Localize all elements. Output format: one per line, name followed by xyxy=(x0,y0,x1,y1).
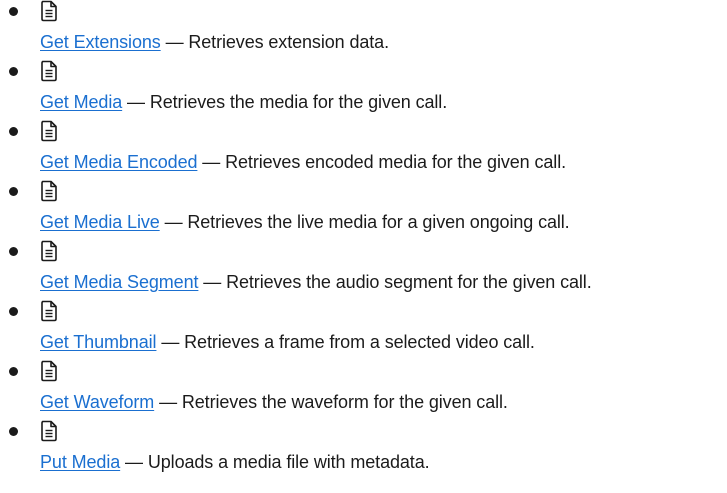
get-waveform-link[interactable]: Get Waveform xyxy=(40,392,154,412)
item-description: Retrieves the live media for a given ong… xyxy=(187,212,570,232)
list-item: Get Thumbnail — Retrieves a frame from a… xyxy=(0,300,727,360)
separator: — xyxy=(156,332,185,352)
item-text-line: Put Media — Uploads a media file with me… xyxy=(40,450,430,474)
get-media-encoded-link[interactable]: Get Media Encoded xyxy=(40,152,198,172)
document-icon xyxy=(41,0,57,22)
get-thumbnail-link[interactable]: Get Thumbnail xyxy=(40,332,157,352)
item-text-line: Get Media Segment — Retrieves the audio … xyxy=(40,270,592,294)
item-description: Uploads a media file with metadata. xyxy=(147,452,430,472)
bullet-icon xyxy=(9,7,18,16)
bullet-icon xyxy=(9,307,18,316)
list-item: Get Media Encoded — Retrieves encoded me… xyxy=(0,120,727,180)
bullet-icon xyxy=(9,247,18,256)
list-item: Get Media Segment — Retrieves the audio … xyxy=(0,240,727,300)
item-text-line: Get Extensions — Retrieves extension dat… xyxy=(40,30,389,54)
item-text-line: Get Media Encoded — Retrieves encoded me… xyxy=(40,150,566,174)
separator: — xyxy=(159,212,188,232)
item-description: Retrieves the waveform for the given cal… xyxy=(181,392,508,412)
list-item: Get Media Live — Retrieves the live medi… xyxy=(0,180,727,240)
item-description: Retrieves the audio segment for the give… xyxy=(226,272,592,292)
bullet-icon xyxy=(9,427,18,436)
list-item: Get Extensions — Retrieves extension dat… xyxy=(0,0,727,60)
separator: — xyxy=(160,32,189,52)
document-icon xyxy=(41,240,57,262)
item-description: Retrieves encoded media for the given ca… xyxy=(225,152,567,172)
get-media-live-link[interactable]: Get Media Live xyxy=(40,212,160,232)
list-item: Get Waveform — Retrieves the waveform fo… xyxy=(0,360,727,420)
separator: — xyxy=(120,452,148,472)
bullet-icon xyxy=(9,67,18,76)
document-icon xyxy=(41,60,57,82)
put-media-link[interactable]: Put Media xyxy=(40,452,120,472)
bullet-icon xyxy=(9,127,18,136)
document-icon xyxy=(41,360,57,382)
item-description: Retrieves the media for the given call. xyxy=(149,92,448,112)
item-text-line: Get Media Live — Retrieves the live medi… xyxy=(40,210,570,234)
item-description: Retrieves a frame from a selected video … xyxy=(184,332,535,352)
list-item: Put Media — Uploads a media file with me… xyxy=(0,420,727,480)
bullet-icon xyxy=(9,367,18,376)
get-extensions-link[interactable]: Get Extensions xyxy=(40,32,161,52)
document-icon xyxy=(41,120,57,142)
api-endpoint-list: Get Extensions — Retrieves extension dat… xyxy=(0,0,727,480)
separator: — xyxy=(197,152,226,172)
get-media-link[interactable]: Get Media xyxy=(40,92,122,112)
document-icon xyxy=(41,420,57,442)
document-icon xyxy=(41,180,57,202)
item-text-line: Get Media — Retrieves the media for the … xyxy=(40,90,447,114)
item-description: Retrieves extension data. xyxy=(188,32,389,52)
item-text-line: Get Thumbnail — Retrieves a frame from a… xyxy=(40,330,535,354)
separator: — xyxy=(198,272,227,292)
list-item: Get Media — Retrieves the media for the … xyxy=(0,60,727,120)
separator: — xyxy=(122,92,150,112)
document-icon xyxy=(41,300,57,322)
separator: — xyxy=(154,392,182,412)
get-media-segment-link[interactable]: Get Media Segment xyxy=(40,272,198,292)
item-text-line: Get Waveform — Retrieves the waveform fo… xyxy=(40,390,508,414)
bullet-icon xyxy=(9,187,18,196)
